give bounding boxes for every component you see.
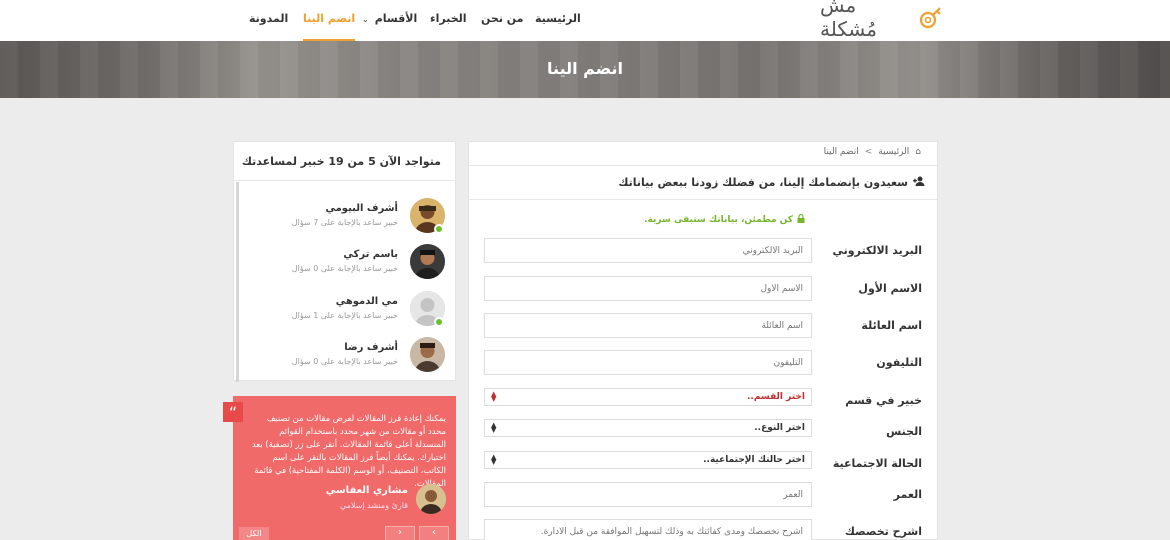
experts-list: أشرف البيومي خبير ساعد بالإجابة على 7 سؤ…: [234, 182, 455, 382]
expert-answers-count: خبير ساعد بالإجابة على 0 سؤال: [291, 357, 398, 366]
divider: [469, 165, 937, 166]
divider: [469, 199, 937, 200]
privacy-note: كن مطمئن، بياناتك ستبقى سرية.: [644, 213, 805, 226]
select-arrows-icon: ▲ ▼: [491, 421, 497, 434]
home-icon: ⌂: [915, 147, 921, 157]
gender-select-value: اختر النوع..: [754, 423, 805, 433]
breadcrumb-current: انضم الينا: [823, 147, 859, 157]
breadcrumb-separator: >: [864, 147, 873, 157]
author-name: مشاري العفاسي: [325, 485, 408, 496]
expert-name: أشرف البيومي: [325, 203, 398, 214]
first-name-label: الاسم الأول: [858, 282, 922, 295]
marital-status-select-value: اختر حالتك الإجتماعية..: [703, 455, 805, 465]
experts-title: متواجد الآن 5 من 19 خبير لمساعدتك: [241, 155, 441, 168]
view-all-button[interactable]: الكل: [239, 527, 269, 540]
category-select-value: اختر القسم..: [747, 392, 805, 402]
phone-field[interactable]: [484, 350, 812, 375]
online-experts-panel: متواجد الآن 5 من 19 خبير لمساعدتك أشرف ا…: [233, 141, 456, 382]
age-label: العمر: [893, 488, 922, 501]
online-status-badge: [434, 224, 444, 234]
page-title: انضم الينا: [547, 59, 623, 78]
avatar: [416, 484, 446, 514]
nav-experts[interactable]: الخبراء: [430, 0, 467, 41]
page-banner: انضم الينا: [0, 41, 1170, 98]
specialty-textarea[interactable]: [484, 519, 812, 540]
email-label: البريد الالكتروني: [832, 244, 922, 257]
expert-name: أشرف رضا: [344, 342, 398, 353]
age-field[interactable]: [484, 482, 812, 507]
divider: [234, 180, 455, 181]
top-navbar: مش مُشكلة الرئيسية من نحن الخبراء الأقسا…: [0, 0, 1170, 41]
last-name-label: اسم العائلة: [861, 319, 922, 332]
first-name-field[interactable]: [484, 276, 812, 301]
phone-label: التليفون: [876, 356, 922, 369]
avatar: [410, 337, 445, 372]
last-name-field[interactable]: [484, 313, 812, 338]
expert-name: مي الدموهي: [335, 296, 398, 307]
nav-blog[interactable]: المدونة: [249, 0, 288, 41]
avatar: [410, 244, 445, 279]
gender-label: الجنس: [886, 425, 922, 438]
email-field[interactable]: [484, 238, 812, 263]
add-user-icon: [913, 176, 925, 189]
prev-button[interactable]: ‹: [385, 526, 415, 540]
category-label: خبير في قسم: [845, 394, 922, 407]
author-role: قارئ ومنشد إسلامي: [339, 501, 408, 510]
nav-about[interactable]: من نحن: [481, 0, 524, 41]
marital-status-label: الحالة الاجتماعية: [832, 457, 922, 470]
quote-icon: “: [223, 402, 243, 422]
join-form-card: ⌂ الرئيسية > انضم الينا سعيدون بإنضمامك …: [468, 141, 938, 540]
form-heading: سعيدون بإنضمامك إلينا، من فضلك زودنا ببع…: [618, 176, 925, 189]
nav-categories[interactable]: الأقسام⌄: [362, 0, 417, 41]
nav-home[interactable]: الرئيسية: [535, 0, 581, 41]
next-button[interactable]: ›: [419, 526, 449, 540]
chevron-down-icon: ⌄: [362, 15, 369, 24]
brand-name: مش مُشكلة: [820, 0, 877, 41]
expert-name: باسم تركي: [343, 249, 398, 260]
gender-select[interactable]: اختر النوع.. ▲ ▼: [484, 419, 812, 437]
chevron-right-icon: ›: [432, 527, 436, 538]
expert-item[interactable]: مي الدموهي خبير ساعد بالإجابة على 1 سؤال: [240, 289, 445, 329]
key-logo-icon: [918, 4, 944, 30]
nav-join-us[interactable]: انضم الينا: [303, 0, 356, 41]
expert-answers-count: خبير ساعد بالإجابة على 0 سؤال: [291, 264, 398, 273]
breadcrumb-home[interactable]: الرئيسية: [878, 147, 909, 157]
category-select[interactable]: اختر القسم.. ▲ ▼: [484, 388, 812, 406]
lock-icon: [797, 213, 805, 226]
expert-answers-count: خبير ساعد بالإجابة على 7 سؤال: [291, 218, 398, 227]
scrollbar[interactable]: [236, 182, 239, 382]
online-status-badge: [434, 317, 444, 327]
expert-item[interactable]: أشرف رضا خبير ساعد بالإجابة على 0 سؤال: [240, 335, 445, 375]
select-arrows-icon: ▲ ▼: [491, 390, 497, 403]
testimonial-author: مشاري العفاسي قارئ ومنشد إسلامي: [246, 482, 446, 516]
testimonial-box: “ يمكنك إعادة فرز المقالات لعرض مقالات م…: [223, 396, 456, 540]
expert-item[interactable]: باسم تركي خبير ساعد بالإجابة على 0 سؤال: [240, 242, 445, 282]
specialty-label: اشرح تخصصك: [844, 525, 922, 538]
chevron-left-icon: ‹: [398, 527, 402, 538]
marital-status-select[interactable]: اختر حالتك الإجتماعية.. ▲ ▼: [484, 451, 812, 469]
select-arrows-icon: ▲ ▼: [491, 453, 497, 466]
testimonial-text: يمكنك إعادة فرز المقالات لعرض مقالات من …: [251, 413, 446, 488]
expert-item[interactable]: أشرف البيومي خبير ساعد بالإجابة على 7 سؤ…: [240, 196, 445, 236]
expert-answers-count: خبير ساعد بالإجابة على 1 سؤال: [291, 311, 398, 320]
site-logo[interactable]: مش مُشكلة: [816, 0, 944, 41]
breadcrumb: ⌂ الرئيسية > انضم الينا: [824, 147, 921, 157]
